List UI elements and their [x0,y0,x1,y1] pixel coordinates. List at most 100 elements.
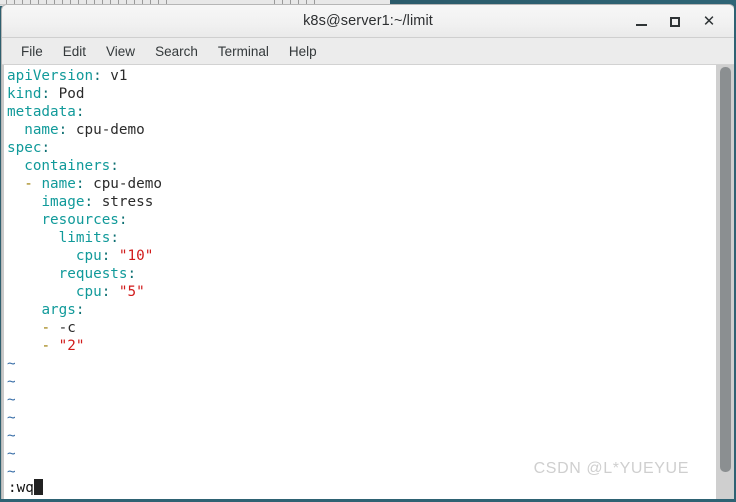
list-dash: - [41,320,59,336]
yaml-colon: : [41,140,51,156]
yaml-value: Pod [50,86,85,102]
yaml-colon: : [93,68,102,84]
list-dash: - [24,176,42,192]
menu-item-terminal[interactable]: Terminal [208,42,279,61]
code-line: image: stress [7,193,715,211]
empty-line-marker: ~ [7,409,715,427]
vertical-scrollbar[interactable] [715,65,734,500]
yaml-value: "5" [110,284,145,300]
empty-line-marker: ~ [7,391,715,409]
code-line: - -c [7,319,715,337]
menu-item-search[interactable]: Search [145,42,208,61]
tilde-icon: ~ [7,374,16,390]
close-icon: ✕ [702,12,716,30]
vim-command-text: :wq [8,480,34,496]
empty-line-marker: ~ [7,355,715,373]
menu-item-edit[interactable]: Edit [53,42,96,61]
titlebar[interactable]: k8s@server1:~/limit ✕ [2,5,734,38]
yaml-colon: : [127,266,137,282]
yaml-key: apiVersion [7,68,94,84]
tilde-icon: ~ [7,356,16,372]
scrollbar-thumb[interactable] [720,67,731,472]
yaml-key: name [41,176,76,192]
maximize-button[interactable] [658,5,692,38]
yaml-key: cpu [75,248,102,264]
yaml-colon: : [110,230,119,246]
tilde-icon: ~ [7,428,16,444]
code-line: resources: [7,211,715,229]
menu-item-file[interactable]: File [11,42,53,61]
yaml-colon: : [75,104,85,120]
yaml-colon: : [75,302,85,318]
yaml-key: args [41,302,76,318]
yaml-key: name [24,122,59,138]
yaml-key: cpu [75,284,102,300]
code-line: kind: Pod [7,85,715,103]
yaml-key: resources [41,212,119,228]
yaml-colon: : [118,212,128,228]
yaml-colon: : [110,158,119,174]
maximize-icon [670,16,680,27]
code-line: limits: [7,229,715,247]
menu-item-help[interactable]: Help [279,42,327,61]
code-line: apiVersion: v1 [7,67,715,85]
tilde-icon: ~ [7,446,16,462]
code-line: cpu: "5" [7,283,715,301]
code-line: - "2" [7,337,715,355]
yaml-key: spec [7,140,42,156]
text-cursor [33,479,43,495]
code-line: name: cpu-demo [7,121,715,139]
yaml-value: "10" [110,248,154,264]
yaml-key: containers [24,158,111,174]
yaml-value: cpu-demo [84,176,162,192]
terminal-window: k8s@server1:~/limit ✕ File Edit View Sea… [1,4,735,501]
yaml-value: cpu-demo [67,122,145,138]
yaml-key: limits [58,230,111,246]
yaml-value: v1 [101,68,128,84]
window-controls: ✕ [624,5,726,38]
empty-line-marker: ~ [7,373,715,391]
yaml-colon: : [41,86,51,102]
yaml-key: metadata [7,104,76,120]
close-button[interactable]: ✕ [692,5,726,38]
minimize-button[interactable] [624,5,658,38]
vim-command-line[interactable]: :wq [4,476,715,500]
yaml-value: -c [58,320,76,336]
terminal-body: apiVersion: v1 kind: Pod metadata: name: c… [2,65,734,500]
menubar: File Edit View Search Terminal Help [2,38,734,65]
yaml-colon: : [84,194,94,210]
list-dash: - [41,338,59,354]
code-line: cpu: "10" [7,247,715,265]
yaml-key: kind [7,86,42,102]
yaml-content: apiVersion: v1 kind: Pod metadata: name: c… [4,67,715,481]
yaml-key: requests [58,266,128,282]
code-line: - name: cpu-demo [7,175,715,193]
code-line: spec: [7,139,715,157]
yaml-value: stress [93,194,154,210]
code-line: metadata: [7,103,715,121]
yaml-colon: : [58,122,68,138]
code-line: args: [7,301,715,319]
window-title: k8s@server1:~/limit [303,13,433,29]
screen: k8s@server1:~/limit ✕ File Edit View Sea… [0,0,736,502]
menu-item-view[interactable]: View [96,42,145,61]
vim-editor[interactable]: apiVersion: v1 kind: Pod metadata: name: c… [2,65,715,500]
tilde-icon: ~ [7,392,16,408]
tilde-icon: ~ [7,410,16,426]
yaml-value: "2" [58,338,85,354]
code-line: requests: [7,265,715,283]
minimize-icon [635,24,647,26]
yaml-key: image [41,194,85,210]
